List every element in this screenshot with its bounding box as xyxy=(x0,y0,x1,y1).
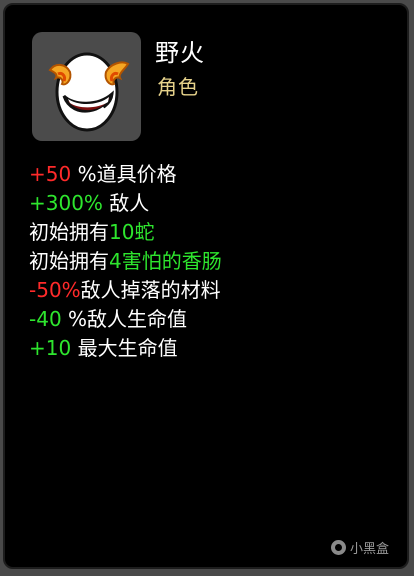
stat-value: -50% xyxy=(29,278,81,302)
stat-item-enemy-drops: -50%敌人掉落的材料 xyxy=(29,276,222,305)
watermark-text: 小黑盒 xyxy=(349,542,389,557)
stat-value: 4害怕的香肠 xyxy=(109,249,222,273)
stat-value: 10蛇 xyxy=(109,220,155,244)
character-type: 角色 xyxy=(157,75,199,99)
stat-label: %道具价格 xyxy=(71,162,177,186)
egg-face-with-flames-icon xyxy=(48,52,130,132)
watermark: 小黑盒 xyxy=(330,538,389,557)
stat-value: +10 xyxy=(29,336,72,360)
stat-label: 敌人掉落的材料 xyxy=(80,278,221,302)
stat-value: +50 xyxy=(29,162,72,186)
character-portrait xyxy=(32,32,141,141)
character-name: 野火 xyxy=(155,39,205,67)
stat-label: %敌人生命值 xyxy=(61,307,188,331)
stat-item-max-hp: +10 最大生命值 xyxy=(29,334,222,363)
stat-item-start-snakes: 初始拥有10蛇 xyxy=(29,218,222,247)
stat-label: 敌人 xyxy=(102,191,150,215)
stat-label: 初始拥有 xyxy=(29,220,109,244)
stat-value: +300% xyxy=(29,191,103,215)
stats-list: +50 %道具价格 +300% 敌人 初始拥有10蛇 初始拥有4害怕的香肠 -5… xyxy=(29,160,222,363)
stat-label: 初始拥有 xyxy=(29,249,109,273)
stat-item-enemies: +300% 敌人 xyxy=(29,189,222,218)
stat-item-start-sausage: 初始拥有4害怕的香肠 xyxy=(29,247,222,276)
stat-label: 最大生命值 xyxy=(71,336,178,360)
character-info-panel: 野火 角色 +50 %道具价格 +300% 敌人 初始拥有10蛇 初始拥有4害怕… xyxy=(3,3,409,569)
stat-value: -40 xyxy=(29,307,62,331)
stat-item-crate-price: +50 %道具价格 xyxy=(29,160,222,189)
xiaoheihe-logo-icon xyxy=(330,540,346,555)
stat-item-enemy-health: -40 %敌人生命值 xyxy=(29,305,222,334)
